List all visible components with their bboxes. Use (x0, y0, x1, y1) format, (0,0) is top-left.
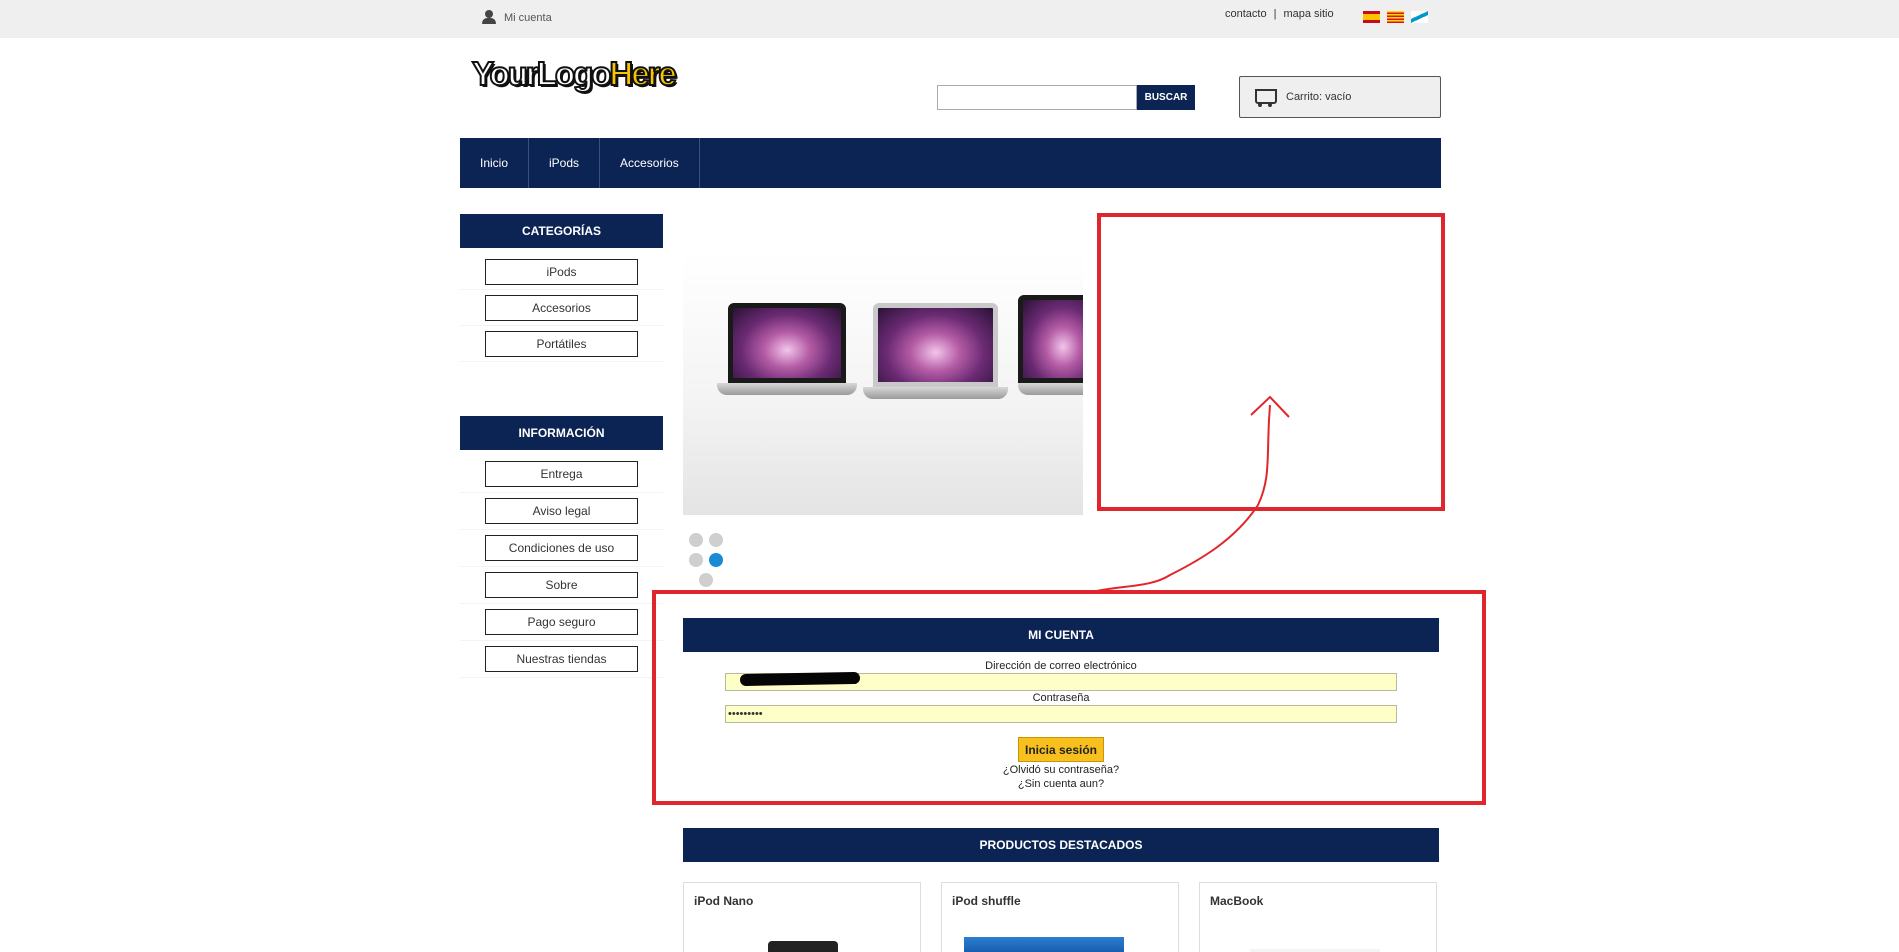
list-item: Condiciones de uso (460, 530, 663, 567)
annotation-source-box (652, 590, 1486, 805)
product-image (964, 937, 1124, 952)
laptop-screen (728, 303, 846, 383)
info-link-tiendas[interactable]: Nuestras tiendas (485, 646, 638, 672)
product-card[interactable]: iPod shuffle (941, 882, 1179, 952)
product-name[interactable]: MacBook (1210, 894, 1263, 908)
laptop-base (1018, 383, 1083, 395)
flag-gl-icon[interactable] (1411, 11, 1428, 23)
category-link-ipods[interactable]: iPods (485, 258, 638, 285)
logo-text-2: Here (608, 54, 677, 93)
laptop-screen (873, 303, 998, 387)
laptop-image (1018, 295, 1083, 395)
nav-item-ipods[interactable]: iPods (529, 138, 601, 188)
annotation-target-box (1097, 213, 1445, 511)
slider-dot[interactable] (699, 573, 713, 587)
list-item: Portátiles (460, 326, 663, 362)
product-card[interactable]: iPod Nano (683, 882, 921, 952)
laptop-image (717, 303, 857, 398)
main-nav: Inicio iPods Accesorios (460, 138, 1441, 188)
list-item: Aviso legal (460, 493, 663, 530)
flag-ca-icon[interactable] (1387, 11, 1404, 23)
slider-dot[interactable] (689, 533, 703, 547)
info-link-entrega[interactable]: Entrega (485, 461, 638, 487)
nav-item-accesorios[interactable]: Accesorios (600, 138, 700, 188)
info-title: INFORMACIÓN (460, 416, 663, 450)
info-link-condiciones[interactable]: Condiciones de uso (485, 535, 638, 561)
featured-title: PRODUCTOS DESTACADOS (683, 828, 1439, 862)
nav-item-inicio[interactable]: Inicio (460, 138, 530, 188)
sidebar: CATEGORÍAS iPods Accesorios Portátiles I… (460, 214, 663, 678)
laptop-base (717, 383, 857, 395)
cart-label: Carrito: vacío (1286, 91, 1352, 103)
product-card[interactable]: MacBook (1199, 882, 1437, 952)
product-image (768, 941, 838, 952)
contact-link[interactable]: contacto (1225, 8, 1267, 20)
product-name[interactable]: iPod shuffle (952, 894, 1021, 908)
info-link-aviso-legal[interactable]: Aviso legal (485, 498, 638, 524)
laptop-image (863, 303, 1008, 399)
flag-es-icon[interactable] (1363, 11, 1380, 23)
search-input[interactable] (937, 85, 1137, 110)
cart-block[interactable]: Carrito: vacío (1239, 76, 1441, 118)
category-link-accesorios[interactable]: Accesorios (485, 294, 638, 321)
list-item: iPods (460, 254, 663, 290)
list-item: Entrega (460, 456, 663, 493)
top-links-separator: | (1273, 8, 1277, 20)
slider-dot[interactable] (709, 533, 723, 547)
my-account-link[interactable]: Mi cuenta (482, 10, 552, 25)
info-link-sobre[interactable]: Sobre (485, 572, 638, 598)
search-button[interactable]: BUSCAR (1137, 85, 1195, 110)
user-icon (482, 10, 496, 25)
categories-list: iPods Accesorios Portátiles (460, 248, 663, 362)
info-list: Entrega Aviso legal Condiciones de uso S… (460, 450, 663, 678)
cart-icon (1250, 86, 1277, 108)
home-slider-image[interactable] (683, 253, 1083, 515)
sitemap-link[interactable]: mapa sitio (1283, 8, 1333, 20)
top-links: contacto | mapa sitio (1225, 8, 1334, 20)
category-link-portatiles[interactable]: Portátiles (485, 330, 638, 357)
slider-pagination (689, 531, 729, 587)
language-flags (1363, 11, 1428, 23)
product-name[interactable]: iPod Nano (694, 894, 753, 908)
categories-title: CATEGORÍAS (460, 214, 663, 248)
list-item: Sobre (460, 567, 663, 604)
slider-dot[interactable] (689, 553, 703, 567)
site-logo[interactable]: YourLogoHere (471, 54, 678, 94)
slider-dot-active[interactable] (709, 553, 723, 567)
logo-text-1: YourLogo (471, 54, 612, 93)
laptop-base (863, 387, 1008, 399)
my-account-label: Mi cuenta (504, 11, 552, 24)
list-item: Accesorios (460, 290, 663, 326)
info-link-pago-seguro[interactable]: Pago seguro (485, 609, 638, 635)
list-item: Pago seguro (460, 604, 663, 641)
page-wrapper: Mi cuenta contacto | mapa sitio YourLogo… (460, 0, 1486, 952)
laptop-screen (1018, 295, 1083, 383)
list-item: Nuestras tiendas (460, 641, 663, 678)
